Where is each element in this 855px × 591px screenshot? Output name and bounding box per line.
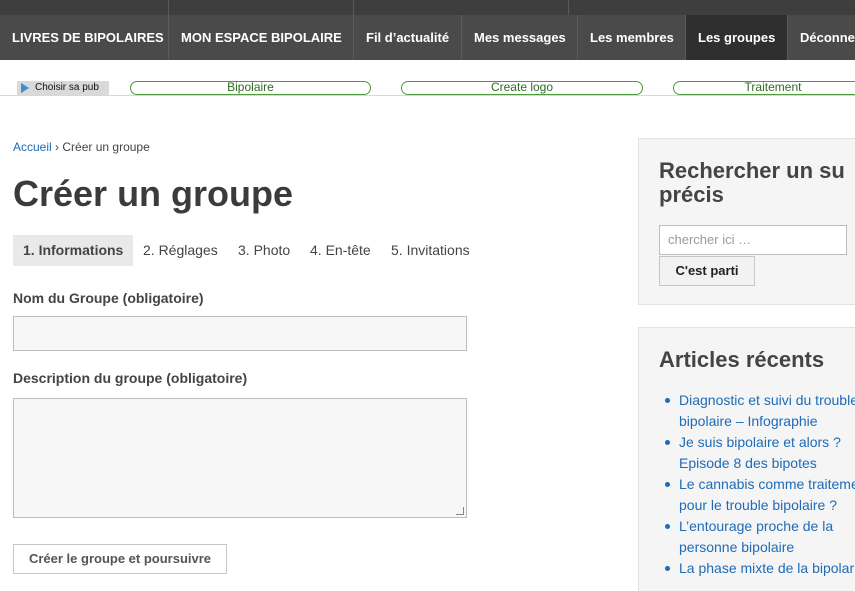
breadcrumb-current: Créer un groupe (62, 140, 150, 154)
nav-item-groupes[interactable]: Les groupes (686, 15, 788, 60)
article-title-line: Le cannabis comme traiteme (679, 476, 855, 492)
ad-link-create-logo[interactable]: Create logo (401, 81, 643, 95)
ad-choices-label: Choisir sa pub (35, 82, 99, 93)
article-title-line: Je suis bipolaire et alors ? (679, 434, 841, 450)
play-icon (21, 83, 29, 93)
group-name-label: Nom du Groupe (obligatoire) (13, 290, 204, 306)
bullet-icon (665, 482, 670, 487)
article-title-line: Diagnostic et suivi du trouble (679, 392, 855, 408)
search-widget: Rechercher un su précis chercher ici … C… (638, 138, 855, 305)
top-strip (0, 0, 855, 15)
ad-link-bipolaire[interactable]: Bipolaire (130, 81, 371, 95)
search-widget-title-line1: Rechercher un su (659, 158, 845, 183)
nav-item-deconnexion[interactable]: Déconne (788, 15, 855, 60)
nav-item-livres[interactable]: LIVRES DE BIPOLAIRES (0, 15, 169, 60)
article-title-line: L’entourage proche de la (679, 518, 834, 534)
article-title-line: Episode 8 des bipotes (679, 455, 817, 471)
step-invitations[interactable]: 5. Invitations (391, 235, 470, 266)
step-reglages[interactable]: 2. Réglages (143, 235, 218, 266)
search-widget-title-line2: précis (659, 182, 724, 207)
recent-articles-list: Diagnostic et suivi du trouble bipolaire … (659, 390, 855, 579)
step-en-tete[interactable]: 4. En-tête (310, 235, 371, 266)
group-description-label: Description du groupe (obligatoire) (13, 370, 248, 386)
step-photo[interactable]: 3. Photo (238, 235, 290, 266)
breadcrumb: Accueil › Créer un groupe (13, 140, 150, 154)
group-description-textarea[interactable] (13, 398, 467, 518)
article-title-line: La phase mixte de la bipolar (679, 560, 855, 576)
nav-item-mes-messages[interactable]: Mes messages (462, 15, 578, 60)
group-name-input[interactable] (13, 316, 467, 351)
bullet-icon (665, 398, 670, 403)
article-title-line: bipolaire – Infographie (679, 413, 818, 429)
nav-item-membres[interactable]: Les membres (578, 15, 686, 60)
bullet-icon (665, 566, 670, 571)
recent-article-link[interactable]: Diagnostic et suivi du trouble bipolaire … (659, 390, 855, 432)
search-input[interactable]: chercher ici … (659, 225, 847, 255)
ad-bar: Choisir sa pub Bipolaire Create logo Tra… (0, 80, 855, 96)
ad-link-traitement[interactable]: Traitement (673, 81, 855, 95)
recent-article-link[interactable]: Je suis bipolaire et alors ? Episode 8 de… (659, 432, 855, 474)
recent-article-link[interactable]: Le cannabis comme traiteme pour le troubl… (659, 474, 855, 516)
strip-divider (568, 0, 569, 15)
strip-divider (353, 0, 354, 15)
nav-item-mon-espace[interactable]: MON ESPACE BIPOLAIRE (169, 15, 354, 60)
page-title: Créer un groupe (13, 173, 294, 214)
bullet-icon (665, 440, 670, 445)
breadcrumb-separator: › (55, 140, 60, 154)
search-button[interactable]: C'est parti (659, 256, 755, 286)
recent-articles-title: Articles récents (659, 347, 825, 372)
breadcrumb-home-link[interactable]: Accueil (13, 140, 52, 154)
ad-choices-button[interactable]: Choisir sa pub (17, 81, 109, 95)
article-title-line: personne bipolaire (679, 539, 795, 555)
top-navigation: LIVRES DE BIPOLAIRES MON ESPACE BIPOLAIR… (0, 0, 855, 60)
step-informations[interactable]: 1. Informations (13, 235, 134, 266)
recent-article-link[interactable]: L’entourage proche de la personne bipolai… (659, 516, 855, 558)
create-group-button[interactable]: Créer le groupe et poursuivre (13, 544, 227, 574)
strip-divider (168, 0, 169, 15)
resize-handle-icon[interactable] (456, 507, 464, 515)
recent-articles-widget: Articles récents Diagnostic et suivi du … (638, 327, 855, 591)
recent-article-link[interactable]: La phase mixte de la bipolar (659, 558, 855, 579)
nav-item-fil-actualite[interactable]: Fil d’actualité (354, 15, 462, 60)
bullet-icon (665, 524, 670, 529)
article-title-line: pour le trouble bipolaire ? (679, 497, 837, 513)
